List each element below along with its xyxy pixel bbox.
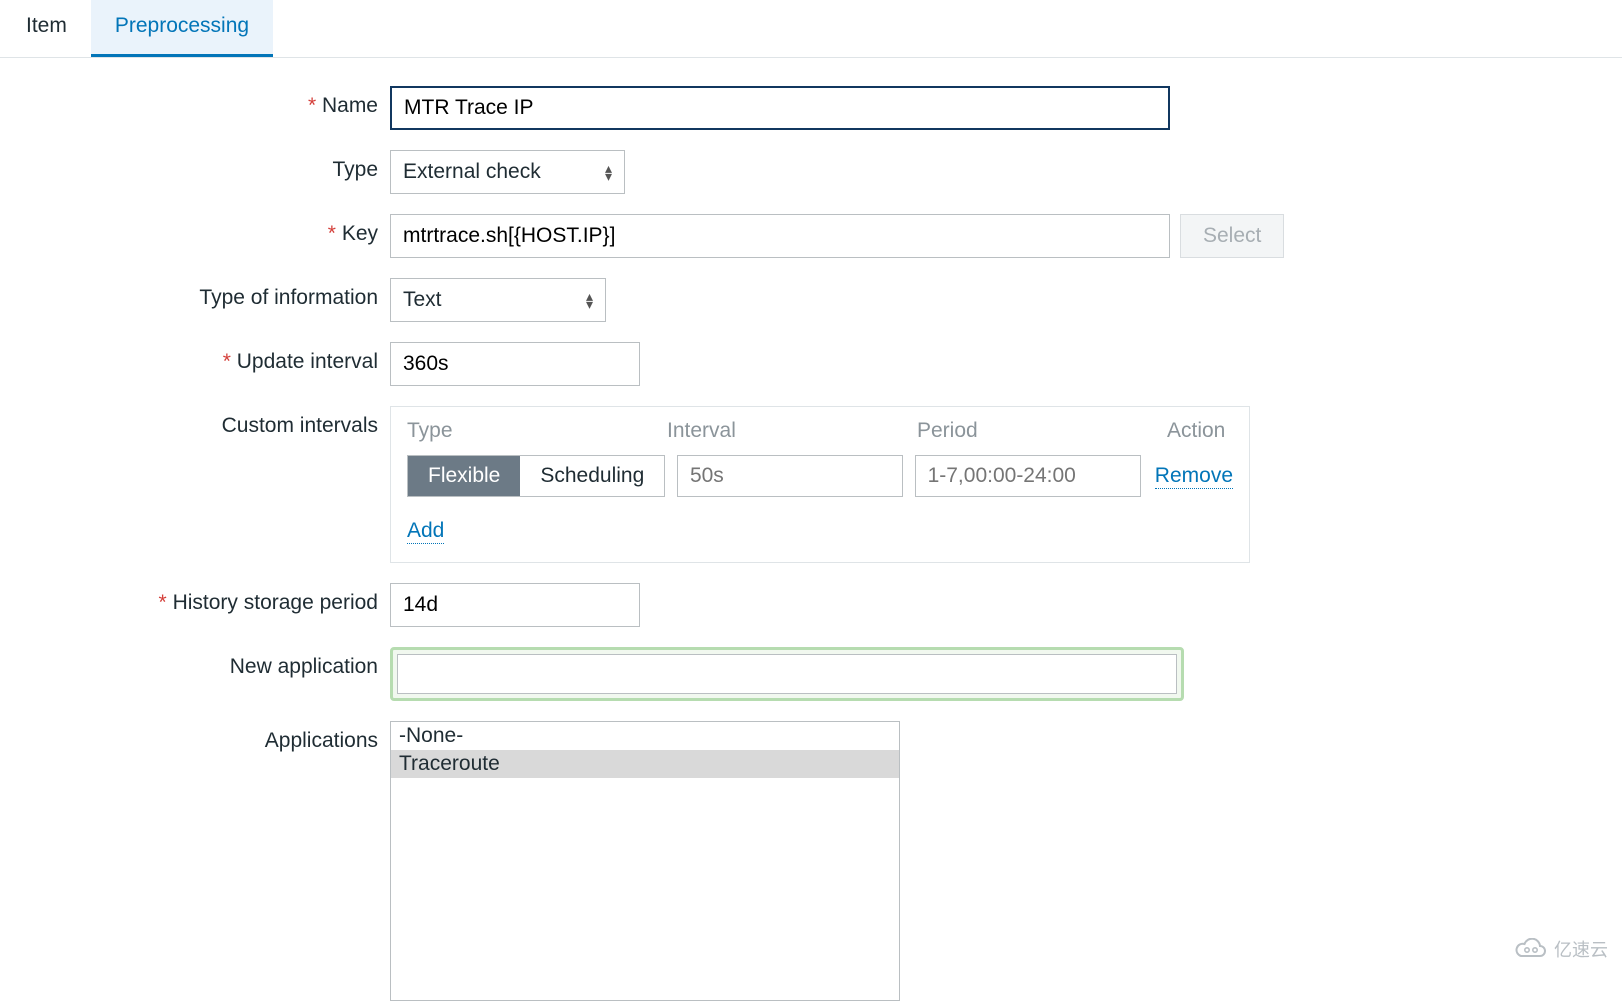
history-storage-input[interactable] [390, 583, 640, 627]
ci-header-action: Action [1167, 419, 1233, 443]
new-application-highlight [390, 647, 1184, 701]
tabs-bar: Item Preprocessing [0, 0, 1622, 58]
new-application-input[interactable] [397, 654, 1177, 694]
chevron-updown-icon: ▴▾ [605, 164, 612, 180]
label-custom-intervals: Custom intervals [222, 414, 378, 437]
type-of-info-select[interactable]: Text ▴▾ [390, 278, 606, 322]
add-link[interactable]: Add [407, 519, 444, 544]
watermark-text: 亿速云 [1554, 936, 1608, 962]
update-interval-input[interactable] [390, 342, 640, 386]
chevron-updown-icon: ▴▾ [586, 292, 593, 308]
label-new-application: New application [230, 655, 378, 678]
applications-option-none[interactable]: -None- [391, 722, 899, 750]
label-history-storage: History storage period [159, 591, 378, 614]
select-button[interactable]: Select [1180, 214, 1284, 258]
label-name: Name [308, 94, 378, 117]
interval-input[interactable] [677, 455, 903, 497]
custom-intervals-box: Type Interval Period Action Flexible Sch… [390, 406, 1250, 563]
flexible-button[interactable]: Flexible [408, 456, 520, 496]
cloud-icon [1514, 938, 1548, 960]
label-applications: Applications [265, 729, 378, 752]
tab-item[interactable]: Item [2, 0, 91, 57]
applications-option-traceroute[interactable]: Traceroute [391, 750, 899, 778]
label-type-of-info: Type of information [199, 286, 378, 309]
remove-link[interactable]: Remove [1155, 464, 1233, 489]
type-of-info-value: Text [403, 288, 442, 312]
ci-header-interval: Interval [667, 419, 917, 443]
period-input[interactable] [915, 455, 1141, 497]
name-input[interactable] [390, 86, 1170, 130]
ci-header-type: Type [407, 419, 667, 443]
applications-listbox[interactable]: -None- Traceroute [390, 721, 900, 1001]
item-form: Name Type External check ▴▾ Key Select T… [0, 86, 1622, 1001]
ci-header-period: Period [917, 419, 1167, 443]
type-select[interactable]: External check ▴▾ [390, 150, 625, 194]
key-input[interactable] [390, 214, 1170, 258]
interval-type-segmented: Flexible Scheduling [407, 455, 665, 497]
label-type: Type [332, 158, 378, 181]
tab-preprocessing[interactable]: Preprocessing [91, 0, 273, 57]
type-select-value: External check [403, 160, 541, 184]
watermark: 亿速云 [1514, 936, 1608, 962]
label-update-interval: Update interval [223, 350, 378, 373]
scheduling-button[interactable]: Scheduling [520, 456, 664, 496]
label-key: Key [328, 222, 378, 245]
